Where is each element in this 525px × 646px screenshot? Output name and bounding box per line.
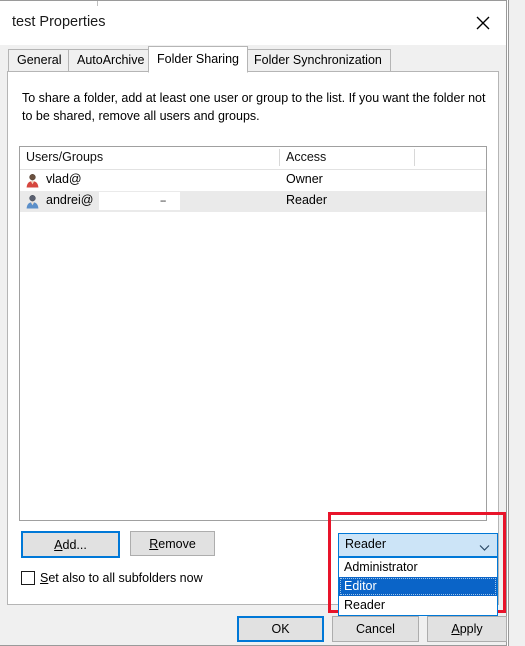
table-row[interactable]: vlad@ Owner <box>20 170 486 191</box>
remove-button[interactable]: Remove <box>130 531 215 556</box>
add-button-accel: A <box>54 537 63 552</box>
redaction-mark: -- <box>160 195 166 207</box>
row-user-name: vlad@ <box>46 172 82 186</box>
user-icon <box>25 194 40 209</box>
table-row[interactable]: andrei@ -- Reader <box>20 191 486 212</box>
dropdown-option-reader[interactable]: Reader <box>339 596 497 615</box>
users-groups-list[interactable]: Users/Groups Access vlad@ Owner andrei@ … <box>19 146 487 521</box>
folder-sharing-panel: To share a folder, add at least one user… <box>7 71 499 605</box>
add-button[interactable]: Add... <box>21 531 120 558</box>
panel-description: To share a folder, add at least one user… <box>22 91 486 123</box>
apply-button[interactable]: Apply <box>427 616 507 642</box>
subfolders-checkbox[interactable]: Set also to all subfolders now <box>21 571 203 585</box>
tab-folder-synchronization[interactable]: Folder Synchronization <box>245 49 391 72</box>
tab-autoarchive[interactable]: AutoArchive <box>68 49 154 72</box>
cancel-button[interactable]: Cancel <box>332 616 419 642</box>
column-separator-2[interactable] <box>414 149 415 166</box>
add-button-label: dd... <box>62 537 87 552</box>
column-header-access[interactable]: Access <box>286 150 326 164</box>
ok-button[interactable]: OK <box>237 616 324 642</box>
dropdown-option-editor[interactable]: Editor <box>339 577 497 596</box>
title-bar: test Properties <box>0 1 506 45</box>
user-icon <box>25 173 40 188</box>
title-divider <box>97 1 98 6</box>
tab-general[interactable]: General <box>8 49 71 72</box>
apply-button-label: pply <box>459 622 483 636</box>
row-access-value: Owner <box>286 172 323 186</box>
tab-strip: General AutoArchive Folder Sharing Folde… <box>0 45 506 73</box>
remove-button-label: emove <box>158 536 196 551</box>
checkbox-box[interactable] <box>21 571 35 585</box>
row-user-name: andrei@ <box>46 193 94 207</box>
tab-folder-sharing[interactable]: Folder Sharing <box>148 46 248 73</box>
row-access-value: Reader <box>286 193 327 207</box>
redacted-domain: -- <box>99 192 180 210</box>
background-window: ▤ <box>508 0 525 646</box>
chevron-down-icon[interactable] <box>479 541 490 555</box>
access-level-combobox[interactable]: Reader <box>338 533 498 557</box>
window-title: test Properties <box>12 14 106 30</box>
remove-button-accel: R <box>149 536 159 551</box>
access-level-dropdown[interactable]: Administrator Editor Reader <box>338 557 498 616</box>
close-icon[interactable] <box>460 1 506 45</box>
properties-dialog: test Properties General AutoArchive Fold… <box>0 0 507 646</box>
combobox-selected-value: Reader <box>345 537 386 551</box>
column-separator-1[interactable] <box>279 149 280 166</box>
apply-button-accel: A <box>451 622 460 636</box>
column-header-users-groups[interactable]: Users/Groups <box>26 150 103 164</box>
list-header: Users/Groups Access <box>20 147 486 170</box>
dropdown-option-administrator[interactable]: Administrator <box>339 558 497 577</box>
checkbox-label[interactable]: Set also to all subfolders now <box>40 571 203 585</box>
